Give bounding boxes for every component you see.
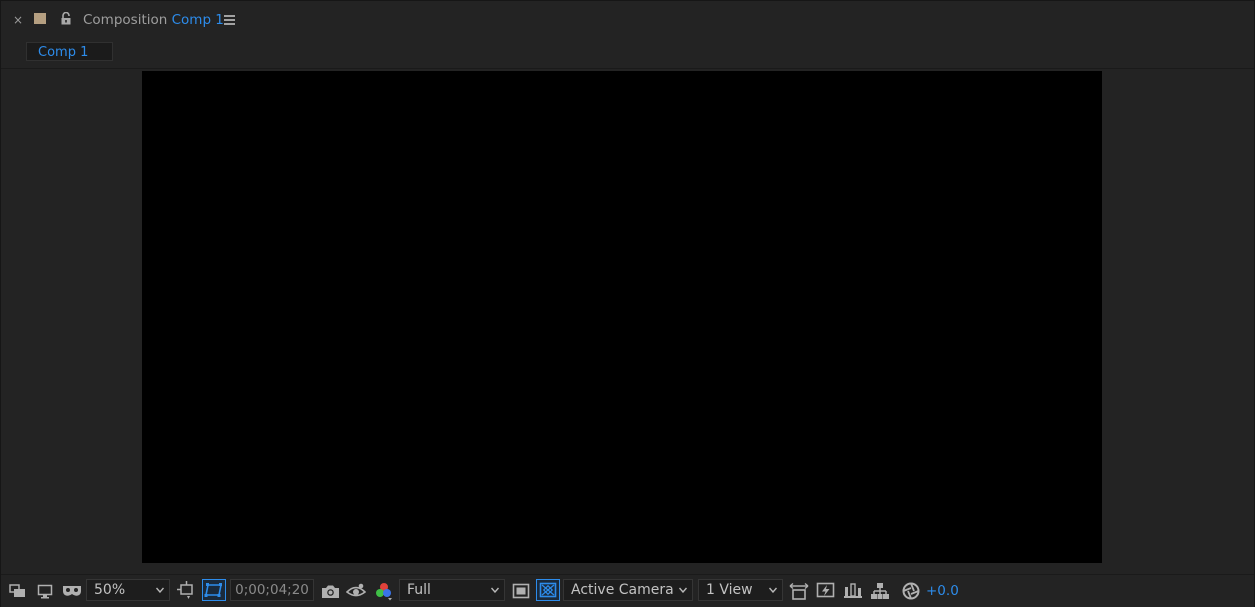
exposure-icon[interactable]	[900, 581, 922, 601]
exposure-value[interactable]: +0.0	[926, 581, 959, 601]
flowchart-icon[interactable]	[869, 581, 891, 601]
camera-value: Active Camera	[571, 582, 674, 598]
snapshot-icon[interactable]	[319, 581, 341, 601]
fast-previews-icon[interactable]	[815, 581, 837, 601]
panel-menu-icon[interactable]	[224, 15, 235, 25]
view-layout-dropdown[interactable]: 1 View	[698, 579, 783, 601]
channel-icon[interactable]	[373, 581, 395, 601]
3d-draft-icon[interactable]	[536, 579, 560, 601]
tab-comp-1[interactable]: Comp 1	[26, 42, 113, 61]
panel-title: Composition Comp 1	[83, 12, 224, 28]
composition-viewer[interactable]	[1, 69, 1254, 573]
composition-canvas[interactable]	[142, 71, 1102, 563]
always-preview-icon[interactable]	[8, 581, 28, 601]
close-panel-button[interactable]: ×	[13, 13, 25, 27]
viewer-toolbar: 50% 0;00;04;20 Full Active Camera 1 View…	[1, 574, 1254, 607]
transparency-grid-icon[interactable]	[202, 579, 226, 601]
chevron-down-icon	[679, 587, 687, 593]
mask-visibility-icon[interactable]	[61, 581, 83, 601]
view-layout-value: 1 View	[706, 582, 753, 598]
reset-exposure-icon[interactable]	[788, 581, 810, 601]
chevron-down-icon	[769, 587, 777, 593]
current-time-display[interactable]: 0;00;04;20	[230, 579, 314, 601]
lock-open-icon[interactable]	[60, 11, 72, 25]
toggle-transparency-icon[interactable]	[510, 581, 532, 601]
timeline-icon[interactable]	[842, 581, 864, 601]
chevron-down-icon	[156, 587, 164, 593]
region-of-interest-icon[interactable]	[176, 581, 198, 601]
resolution-dropdown[interactable]: Full	[399, 579, 505, 601]
magnification-value: 50%	[94, 582, 126, 598]
panel-name: Composition	[83, 12, 168, 28]
label-color-swatch[interactable]	[34, 13, 46, 24]
camera-dropdown[interactable]: Active Camera	[563, 579, 693, 601]
composition-panel: × Composition Comp 1 Comp 1 50% 0;00;04;…	[0, 0, 1255, 607]
magnification-dropdown[interactable]: 50%	[86, 579, 170, 601]
show-snapshot-icon[interactable]	[345, 581, 367, 601]
resolution-value: Full	[407, 582, 431, 598]
chevron-down-icon	[491, 587, 499, 593]
display-icon[interactable]	[35, 581, 55, 601]
panel-header: × Composition Comp 1	[1, 1, 1254, 39]
active-comp-name[interactable]: Comp 1	[172, 12, 224, 28]
